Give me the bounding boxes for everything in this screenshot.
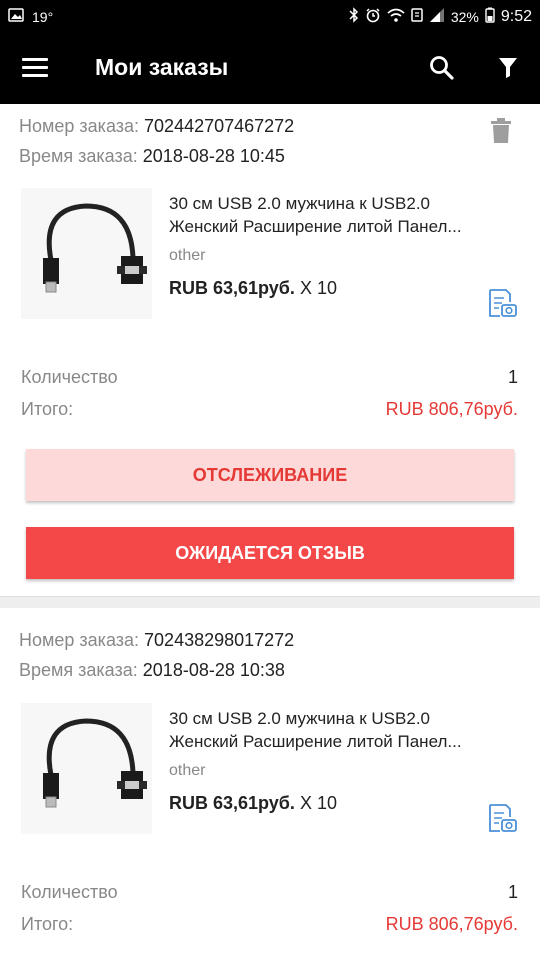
order-number: 702438298017272	[144, 630, 295, 650]
quantity-label: Количество	[21, 882, 118, 902]
quantity-value: 1	[507, 367, 518, 387]
product-image[interactable]	[21, 703, 152, 834]
order-time: 2018-08-28 10:38	[142, 660, 285, 680]
order-number-label: Номер заказа:	[19, 116, 140, 136]
battery-icon	[485, 7, 495, 27]
total-value: RUB 806,76руб.	[385, 914, 518, 934]
product-price-row: RUB 63,61руб. X 10	[169, 278, 337, 299]
total-value: RUB 806,76руб.	[385, 399, 518, 419]
quantity-label: Количество	[21, 367, 118, 387]
total-row: Итого: RUB 806,76руб.	[21, 399, 518, 420]
alarm-icon	[365, 7, 381, 27]
product-quantity: X 10	[299, 278, 337, 298]
wifi-icon	[387, 7, 405, 27]
product-quantity: X 10	[299, 793, 337, 813]
order-number-label: Номер заказа:	[19, 630, 140, 650]
order-number: 702442707467272	[144, 116, 295, 136]
page-title: Мои заказы	[95, 54, 229, 80]
total-row: Итого: RUB 806,76руб.	[21, 914, 518, 935]
search-icon[interactable]	[428, 54, 458, 84]
order-number-row: Номер заказа: 702438298017272	[19, 630, 294, 651]
product-price: RUB 63,61руб.	[169, 793, 295, 813]
menu-icon[interactable]	[22, 56, 50, 80]
product-title-line1[interactable]: 30 см USB 2.0 мужчина к USB2.0	[169, 707, 519, 730]
order-time-label: Время заказа:	[19, 660, 138, 680]
product-title-line2[interactable]: Женский Расширение литой Панел...	[169, 730, 519, 753]
product-price: RUB 63,61руб.	[169, 278, 295, 298]
status-bar: 19° 32% 9:52	[0, 0, 540, 34]
product-variant: other	[169, 762, 206, 779]
bluetooth-icon	[349, 7, 359, 27]
total-label: Итого:	[21, 914, 74, 934]
clock-time: 9:52	[500, 8, 532, 25]
quantity-row: Количество 1	[21, 367, 518, 388]
quantity-value: 1	[507, 882, 518, 902]
signal-icon	[429, 7, 445, 27]
order-time: 2018-08-28 10:45	[142, 146, 285, 166]
quantity-row: Количество 1	[21, 882, 518, 903]
total-label: Итого:	[21, 399, 74, 419]
product-title-line1[interactable]: 30 см USB 2.0 мужчина к USB2.0	[169, 192, 519, 215]
filter-icon[interactable]	[494, 54, 524, 84]
app-bar: Мои заказы	[0, 34, 540, 104]
image-notification-icon	[8, 8, 24, 26]
order-time-label: Время заказа:	[19, 146, 138, 166]
order-number-row: Номер заказа: 702442707467272	[19, 116, 294, 137]
order-time-row: Время заказа: 2018-08-28 10:45	[19, 146, 285, 167]
snapshot-icon[interactable]	[486, 803, 518, 835]
temperature-text: 19°	[32, 9, 54, 25]
product-title-line2[interactable]: Женский Расширение литой Панел...	[169, 215, 519, 238]
awaiting-review-button[interactable]: ОЖИДАЕТСЯ ОТЗЫВ	[26, 527, 514, 579]
order-divider	[0, 596, 540, 608]
product-variant: other	[169, 247, 206, 264]
order-time-row: Время заказа: 2018-08-28 10:38	[19, 660, 285, 681]
trash-icon[interactable]	[490, 118, 512, 144]
data-saver-icon	[411, 7, 423, 27]
product-image[interactable]	[21, 188, 152, 319]
product-price-row: RUB 63,61руб. X 10	[169, 793, 337, 814]
battery-percent: 32%	[450, 9, 479, 25]
tracking-button[interactable]: ОТСЛЕЖИВАНИЕ	[26, 449, 514, 501]
snapshot-icon[interactable]	[486, 288, 518, 320]
